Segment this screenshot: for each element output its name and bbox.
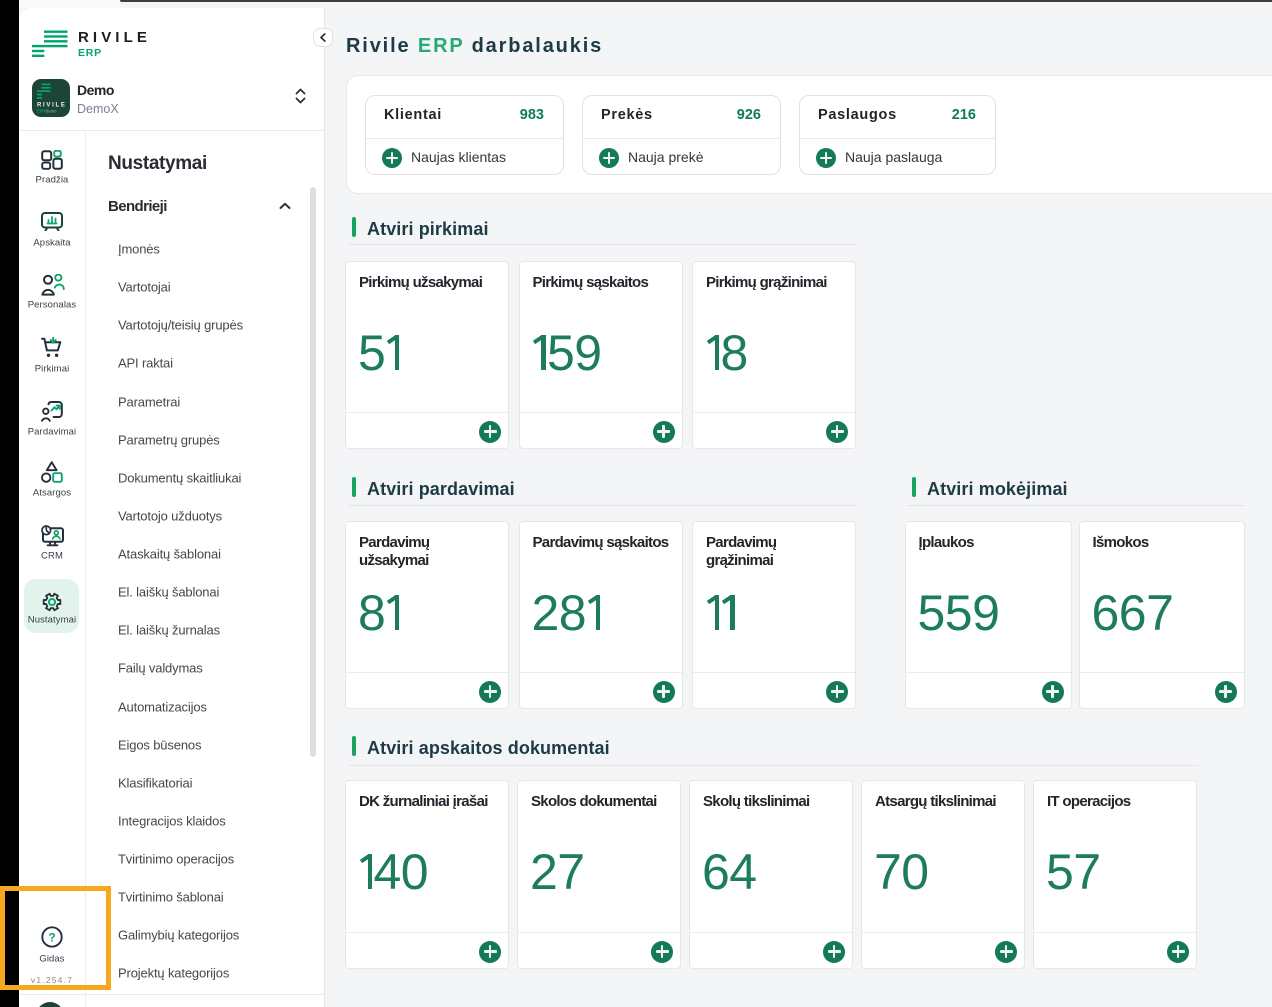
svg-text:demo: demo (46, 109, 57, 114)
